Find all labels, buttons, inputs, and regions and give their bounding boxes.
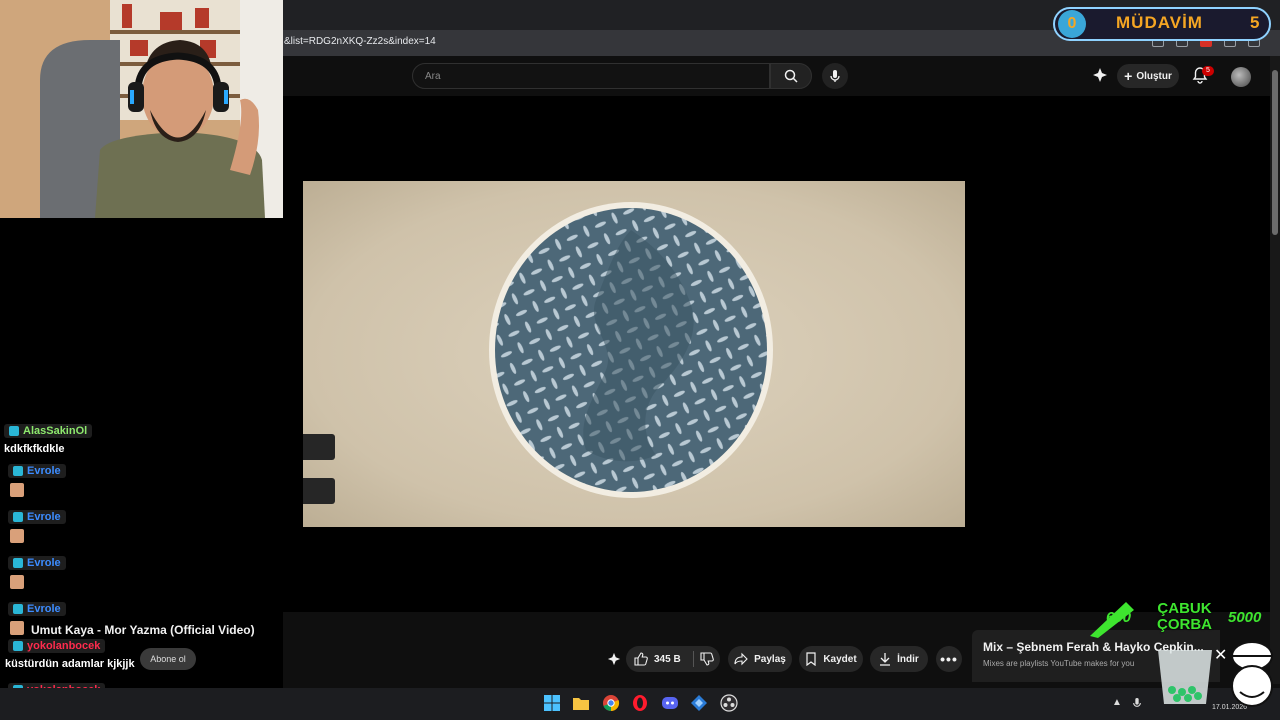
more-button[interactable]: ••• (936, 646, 962, 672)
download-icon (880, 653, 891, 666)
candy-bowl-graphic (1152, 642, 1218, 713)
chat-entry: Evrole (8, 463, 284, 497)
video-title[interactable]: Umut Kaya - Mor Yazma (Official Video) (31, 623, 255, 637)
download-label: İndir (897, 653, 919, 665)
badge-icon (13, 512, 23, 522)
badge-icon (13, 466, 23, 476)
chat-entry: AlasSakinOl kdkfkfkdkle (4, 423, 284, 455)
plus-icon: + (1124, 68, 1133, 84)
avatar[interactable] (1231, 67, 1251, 87)
badge-icon (13, 604, 23, 614)
coin-icon: 0 (1058, 10, 1086, 38)
thumbs-up-icon[interactable] (634, 652, 648, 666)
share-label: Paylaş (754, 653, 786, 665)
chat-message: küstürdün adamlar kjkjjk (5, 658, 135, 670)
create-button[interactable]: + Oluştur (1117, 64, 1179, 88)
more-icon: ••• (940, 651, 958, 667)
app-icon[interactable] (690, 694, 708, 712)
obs-icon[interactable] (720, 694, 738, 712)
chat-overlay: AlasSakinOl kdkfkfkdkle Evrole Evrole Ev… (4, 423, 284, 635)
voice-search-button[interactable] (822, 63, 848, 89)
badge-icon (9, 426, 19, 436)
search-icon (784, 69, 798, 83)
sparkle-icon[interactable] (1092, 67, 1108, 88)
chat-username: AlasSakinOl (4, 424, 93, 438)
url-text[interactable]: &list=RDG2nXKQ-Zz2s&index=14 (284, 36, 436, 47)
emote-icon (10, 529, 24, 543)
chat-username: Evrole (8, 510, 66, 524)
badge-title: MÜDAVİM (1116, 13, 1203, 32)
webcam-feed (0, 0, 283, 218)
download-button[interactable]: İndir (870, 646, 928, 672)
badge-icon (13, 641, 23, 651)
chat-entry: yokolanbocek (8, 638, 106, 656)
windows-start-icon[interactable] (543, 694, 561, 712)
subscribe-button[interactable]: Abone ol (140, 648, 196, 670)
bookmark-icon (806, 652, 816, 666)
file-explorer-icon[interactable] (572, 694, 590, 712)
like-count[interactable]: 345 B (654, 654, 681, 665)
share-icon (734, 652, 748, 666)
search-input[interactable]: Ara (412, 63, 770, 89)
chat-username: yokolanbocek (8, 639, 106, 653)
chat-message: kdkfkfkdkle (4, 443, 65, 455)
promo-text: ÇABUK ÇORBA (1157, 600, 1212, 633)
emote-icon (10, 621, 24, 635)
promo-price-left: 600 (1106, 609, 1132, 626)
chevron-up-icon[interactable]: ▲ (1112, 697, 1122, 708)
emote-icon (10, 575, 24, 589)
notification-badge: 5 (1202, 66, 1214, 76)
microphone-tray-icon[interactable] (1132, 696, 1142, 715)
chat-entry: Evrole (8, 555, 284, 589)
screen: &list=RDG2nXKQ-Zz2s&index=14 Ara + Oluşt… (0, 0, 1280, 720)
sparkle-button[interactable] (605, 646, 623, 672)
save-button[interactable]: Kaydet (799, 646, 863, 672)
microphone-icon (830, 70, 840, 82)
badge-icon (13, 558, 23, 568)
side-control[interactable] (303, 434, 335, 460)
chat-username: Evrole (8, 464, 66, 478)
share-button[interactable]: Paylaş (728, 646, 792, 672)
thumbs-down-icon[interactable] (700, 652, 714, 666)
opera-icon[interactable] (631, 694, 649, 712)
create-label: Oluştur (1136, 70, 1172, 82)
video-globe-image (486, 200, 776, 505)
promo-price-right: 5000 (1228, 609, 1262, 626)
divider (692, 651, 694, 667)
chat-username: Evrole (8, 602, 66, 616)
search-button[interactable] (770, 63, 812, 89)
save-label: Kaydet (823, 653, 857, 665)
side-control[interactable] (303, 478, 335, 504)
discord-icon[interactable] (661, 694, 679, 712)
mix-subtitle: Mixes are playlists YouTube makes for yo… (983, 659, 1135, 668)
chat-username: Evrole (8, 556, 66, 570)
chrome-icon[interactable] (602, 694, 620, 712)
search-placeholder: Ara (425, 71, 441, 82)
chat-entry: Evrole (8, 509, 284, 543)
emote-icon (10, 483, 24, 497)
mascot-graphic (1222, 636, 1280, 720)
scrollbar-thumb[interactable] (1272, 70, 1278, 235)
badge-number: 5 (1250, 13, 1260, 32)
like-dislike-group: 345 B (626, 646, 720, 672)
sparkle-icon (607, 652, 621, 666)
